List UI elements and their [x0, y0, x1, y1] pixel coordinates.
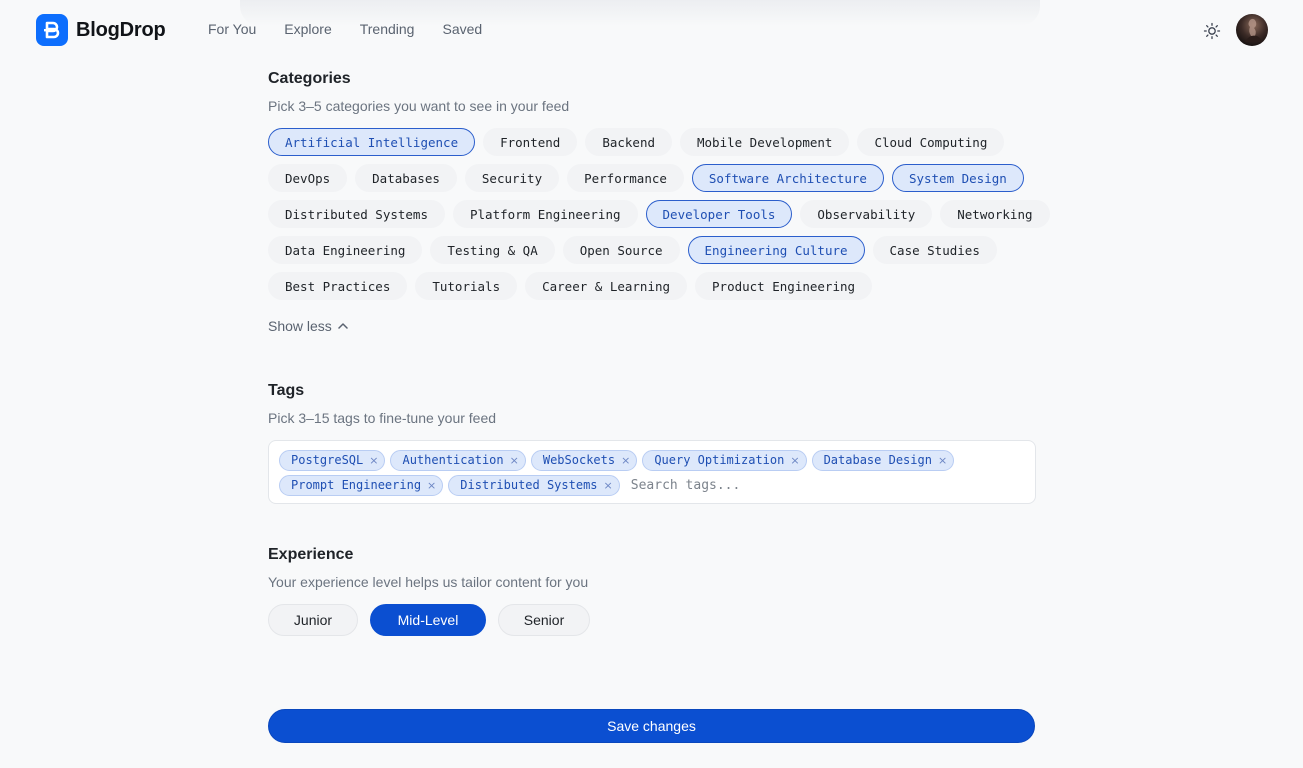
category-chip-devops[interactable]: DevOps [268, 164, 348, 192]
show-less-toggle[interactable]: Show less [268, 318, 348, 334]
category-chip-performance[interactable]: Performance [567, 164, 684, 192]
category-chip-product-engineering[interactable]: Product Engineering [695, 272, 873, 300]
remove-tag-icon[interactable]: × [427, 479, 436, 492]
save-changes-button[interactable]: Save changes [268, 709, 1035, 743]
tag-pill-websockets: WebSockets × [530, 449, 638, 471]
nav-explore[interactable]: Explore [284, 21, 331, 37]
main-nav: For You Explore Trending Saved [208, 21, 510, 37]
category-chip-distributed-systems[interactable]: Distributed Systems [268, 200, 445, 228]
tag-label: Authentication [402, 453, 504, 467]
category-chip-mobile-development[interactable]: Mobile Development [680, 128, 850, 156]
experience-options: Junior Mid-Level Senior [268, 604, 602, 636]
categories-section: Categories Pick 3–5 categories you want … [268, 70, 1036, 114]
nav-for-you[interactable]: For You [208, 21, 256, 37]
category-chip-testing-and-qa[interactable]: Testing & QA [430, 236, 555, 264]
category-chip-open-source[interactable]: Open Source [562, 236, 680, 264]
category-chip-artificial-intelligence[interactable]: Artificial Intelligence [268, 128, 476, 156]
tag-label: Query Optimization [654, 453, 785, 467]
category-chip-system-design[interactable]: System Design [891, 164, 1024, 192]
category-chip-frontend[interactable]: Frontend [483, 128, 578, 156]
categories-subtitle: Pick 3–5 categories you want to see in y… [268, 98, 570, 114]
tag-pill-database-design: Database Design × [811, 449, 955, 471]
category-chip-list: Artificial Intelligence Frontend Backend Mo… [268, 128, 1050, 308]
brand-name: BlogDrop [76, 18, 166, 41]
category-chip-databases[interactable]: Databases [355, 164, 457, 192]
category-chip-row: Artificial Intelligence Frontend Backend Mo… [268, 128, 1048, 156]
categories-title: Categories [268, 70, 351, 87]
nav-trending[interactable]: Trending [360, 21, 415, 37]
tag-line: Prompt Engineering × Distributed Systems × [279, 474, 1025, 496]
tag-pill-distributed-systems: Distributed Systems × [448, 474, 620, 496]
tag-label: WebSockets [542, 453, 616, 467]
category-chip-engineering-culture[interactable]: Engineering Culture [687, 236, 865, 264]
tag-selector[interactable]: PostgreSQL × Authentication × WebSockets × Que… [268, 440, 1036, 504]
tag-label: Distributed Systems [460, 478, 598, 492]
tags-subtitle: Pick 3–15 tags to fine-tune your feed [268, 410, 497, 426]
tag-label: PostgreSQL [291, 453, 364, 467]
category-chip-developer-tools[interactable]: Developer Tools [645, 200, 793, 228]
tag-pill-postgresql: PostgreSQL × [279, 449, 386, 471]
tags-title: Tags [268, 382, 305, 399]
category-chip-data-engineering[interactable]: Data Engineering [268, 236, 423, 264]
category-chip-row: Distributed Systems Platform Engineering D… [268, 200, 1050, 228]
category-chip-observability[interactable]: Observability [800, 200, 933, 228]
remove-tag-icon[interactable]: × [369, 454, 378, 467]
remove-tag-icon[interactable]: × [790, 454, 799, 467]
category-chip-software-architecture[interactable]: Software Architecture [691, 164, 884, 192]
nav-saved[interactable]: Saved [442, 21, 482, 37]
brand-logo[interactable]: BlogDrop [36, 14, 166, 46]
category-chip-row: Data Engineering Testing & QA Open Source E… [268, 236, 1048, 264]
chevron-up-icon [338, 323, 348, 329]
experience-option-senior[interactable]: Senior [498, 604, 590, 636]
experience-subtitle: Your experience level helps us tailor co… [268, 574, 589, 590]
category-chip-career-and-learning[interactable]: Career & Learning [525, 272, 688, 300]
sun-icon[interactable] [1203, 22, 1221, 40]
tag-line: PostgreSQL × Authentication × WebSockets × Que… [279, 449, 1025, 471]
tag-pill-prompt-engineering: Prompt Engineering × [279, 474, 444, 496]
avatar[interactable] [1236, 14, 1268, 46]
category-chip-cloud-computing[interactable]: Cloud Computing [857, 128, 1005, 156]
experience-section: Experience Your experience level helps u… [268, 546, 1036, 590]
category-chip-networking[interactable]: Networking [940, 200, 1050, 228]
experience-option-junior[interactable]: Junior [268, 604, 358, 636]
save-changes-label: Save changes [607, 718, 696, 734]
tag-pill-query-optimization: Query Optimization × [642, 449, 807, 471]
remove-tag-icon[interactable]: × [621, 454, 630, 467]
tags-section: Tags Pick 3–15 tags to fine-tune your fe… [268, 382, 1036, 426]
category-chip-platform-engineering[interactable]: Platform Engineering [453, 200, 638, 228]
blogdrop-logo-icon [36, 14, 68, 46]
category-chip-tutorials[interactable]: Tutorials [415, 272, 518, 300]
remove-tag-icon[interactable]: × [604, 479, 613, 492]
remove-tag-icon[interactable]: × [938, 454, 947, 467]
category-chip-row: Best Practices Tutorials Career & Learning… [268, 272, 1048, 300]
category-chip-security[interactable]: Security [464, 164, 560, 192]
tag-label: Prompt Engineering [291, 478, 422, 492]
tag-label: Database Design [823, 453, 932, 467]
category-chip-case-studies[interactable]: Case Studies [872, 236, 997, 264]
tag-pill-authentication: Authentication × [390, 449, 526, 471]
category-chip-backend[interactable]: Backend [585, 128, 672, 156]
experience-option-mid-level[interactable]: Mid-Level [370, 604, 486, 636]
experience-title: Experience [268, 546, 354, 563]
category-chip-row: DevOps Databases Security Performance Softwa… [268, 164, 1048, 192]
top-nav-bar: BlogDrop For You Explore Trending Saved [0, 0, 1303, 60]
show-less-label: Show less [268, 318, 332, 334]
remove-tag-icon[interactable]: × [510, 454, 519, 467]
category-chip-best-practices[interactable]: Best Practices [268, 272, 408, 300]
tag-search-input[interactable] [630, 475, 791, 495]
